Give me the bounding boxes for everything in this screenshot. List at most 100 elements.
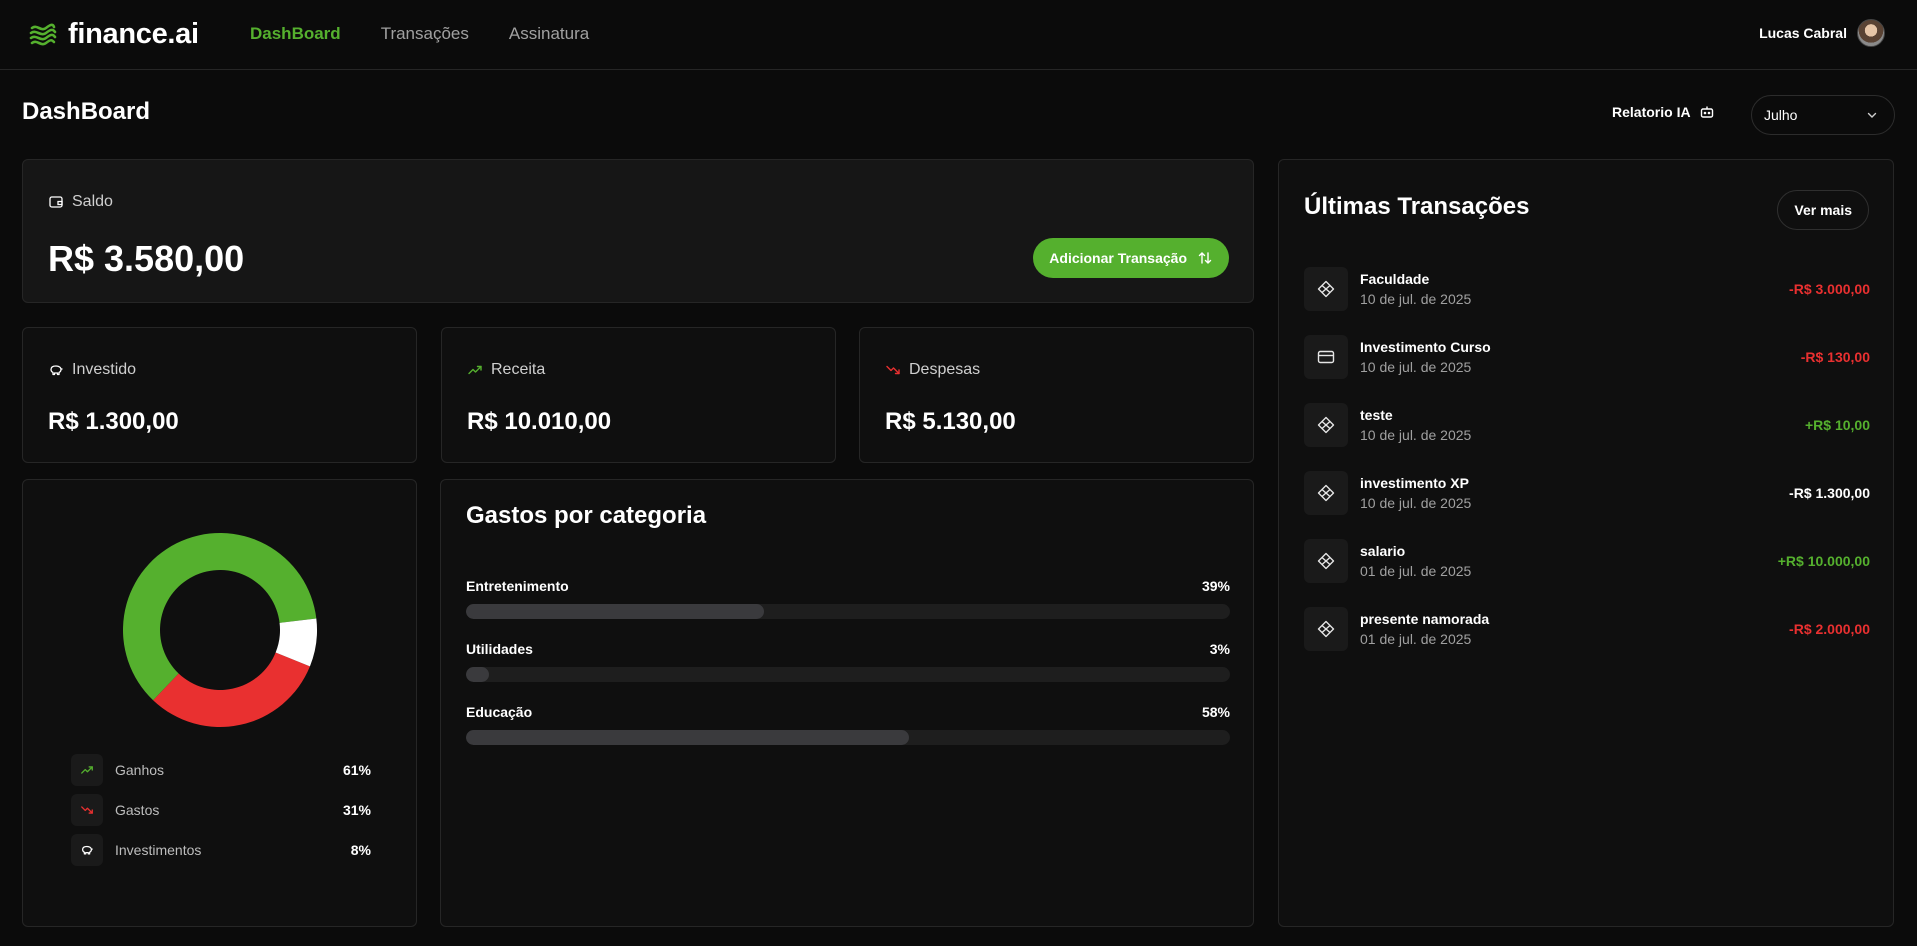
piggy-bank-icon	[50, 365, 63, 376]
pix-icon	[1304, 403, 1348, 447]
legend-item-gastos: Gastos 31%	[71, 794, 371, 826]
legend-item-investimentos: Investimentos 8%	[71, 834, 371, 866]
category-item: Utilidades 3%	[466, 641, 1230, 682]
category-label: Educação	[466, 704, 533, 720]
pix-icon	[1304, 607, 1348, 651]
ai-report-label: Relatorio IA	[1612, 104, 1691, 120]
transaction-amount: +R$ 10,00	[1805, 417, 1870, 433]
income-label-text: Receita	[491, 361, 546, 378]
transaction-amount: -R$ 2.000,00	[1789, 621, 1870, 637]
expenses-card: Despesas R$ 5.130,00	[859, 327, 1254, 463]
legend-percent: 31%	[342, 802, 371, 818]
transaction-row[interactable]: presente namorada 01 de jul. de 2025 -R$ 2…	[1304, 595, 1870, 663]
transaction-info: presente namorada 01 de jul. de 2025	[1360, 611, 1789, 647]
chevron-down-icon	[1867, 112, 1877, 118]
transaction-amount: +R$ 10.000,00	[1777, 553, 1870, 569]
trending-up-icon	[468, 365, 482, 375]
expenses-value: R$ 5.130,00	[885, 408, 1016, 435]
trending-down-icon	[71, 794, 103, 826]
transaction-list: Faculdade 10 de jul. de 2025 -R$ 3.000,00 I…	[1304, 255, 1870, 663]
category-spending-card: Gastos por categoria Entretenimento 39% …	[440, 479, 1254, 927]
category-spending-title: Gastos por categoria	[466, 502, 707, 529]
transaction-name: presente namorada	[1360, 611, 1490, 627]
add-transaction-label: Adicionar Transação	[1049, 250, 1187, 266]
nav-assinatura[interactable]: Assinatura	[509, 24, 589, 44]
transaction-row[interactable]: Faculdade 10 de jul. de 2025 -R$ 3.000,00	[1304, 255, 1870, 323]
add-transaction-button[interactable]: Adicionar Transação	[1033, 238, 1229, 278]
transaction-row[interactable]: teste 10 de jul. de 2025 +R$ 10,00	[1304, 391, 1870, 459]
invested-label-text: Investido	[72, 361, 137, 378]
balance-card: Saldo R$ 3.580,00 Adicionar Transação	[22, 159, 1254, 303]
donut-slice-gastos	[153, 652, 310, 727]
transaction-name: salario	[1360, 543, 1406, 559]
bot-icon	[1700, 106, 1713, 118]
transaction-name: Investimento Curso	[1360, 339, 1491, 355]
transaction-row[interactable]: investimento XP 10 de jul. de 2025 -R$ 1.3…	[1304, 459, 1870, 527]
category-percent: 39%	[1201, 578, 1230, 594]
month-select-value: Julho	[1764, 107, 1798, 123]
transaction-info: teste 10 de jul. de 2025	[1360, 407, 1805, 443]
transaction-row[interactable]: Investimento Curso 10 de jul. de 2025 -R$ …	[1304, 323, 1870, 391]
expenses-label: Despesas	[885, 361, 980, 379]
balance-label-text: Saldo	[72, 193, 113, 210]
legend-percent: 61%	[342, 762, 371, 778]
transaction-date: 10 de jul. de 2025	[1360, 495, 1472, 511]
category-label: Entretenimento	[466, 578, 569, 594]
ai-report-button[interactable]: Relatorio IA	[1612, 104, 1715, 120]
category-bar-fill	[466, 667, 489, 682]
transaction-info: Faculdade 10 de jul. de 2025	[1360, 271, 1789, 307]
transaction-name: teste	[1360, 407, 1393, 423]
legend-label: Investimentos	[115, 842, 202, 858]
pix-icon	[1304, 267, 1348, 311]
transaction-date: 10 de jul. de 2025	[1360, 427, 1472, 443]
balance-value: R$ 3.580,00	[48, 238, 245, 279]
nav-transacoes[interactable]: Transações	[381, 24, 469, 44]
transaction-amount: -R$ 3.000,00	[1789, 281, 1870, 297]
transaction-date: 10 de jul. de 2025	[1360, 359, 1472, 375]
wallet-icon	[49, 196, 63, 208]
see-more-button[interactable]: Ver mais	[1777, 190, 1869, 230]
avatar[interactable]	[1857, 19, 1885, 47]
legend-percent: 8%	[350, 842, 371, 858]
income-value: R$ 10.010,00	[467, 408, 612, 435]
trending-down-icon	[886, 365, 900, 375]
arrow-up-down-icon	[1198, 252, 1212, 264]
transaction-info: investimento XP 10 de jul. de 2025	[1360, 475, 1789, 511]
logo[interactable]: finance.ai	[28, 18, 199, 51]
transaction-date: 01 de jul. de 2025	[1360, 631, 1472, 647]
expenses-label-text: Despesas	[909, 361, 981, 378]
user-menu[interactable]: Lucas Cabral	[1759, 19, 1885, 47]
transaction-name: Faculdade	[1360, 271, 1430, 287]
transaction-amount: -R$ 1.300,00	[1789, 485, 1870, 501]
nav-dashboard[interactable]: DashBoard	[250, 24, 341, 44]
balance-label: Saldo	[48, 193, 113, 211]
invested-card: Investido R$ 1.300,00	[22, 327, 417, 463]
invested-label: Investido	[48, 361, 136, 379]
user-name: Lucas Cabral	[1759, 25, 1847, 41]
page-title: DashBoard	[22, 98, 151, 125]
category-bar-track	[466, 604, 1230, 619]
transaction-row[interactable]: salario 01 de jul. de 2025 +R$ 10.000,00	[1304, 527, 1870, 595]
category-percent: 3%	[1209, 641, 1230, 657]
main-nav: DashBoard Transações Assinatura	[250, 24, 589, 44]
category-bar-track	[466, 730, 1230, 745]
logo-text: finance.ai	[68, 18, 199, 50]
income-label: Receita	[467, 361, 545, 379]
legend-label: Gastos	[115, 802, 160, 818]
donut-chart	[123, 533, 317, 727]
transaction-date: 10 de jul. de 2025	[1360, 291, 1472, 307]
transaction-info: Investimento Curso 10 de jul. de 2025	[1360, 339, 1801, 375]
logo-wave-icon	[29, 23, 57, 45]
month-select[interactable]: Julho	[1751, 95, 1895, 135]
category-label: Utilidades	[466, 641, 533, 657]
category-percent: 58%	[1201, 704, 1230, 720]
category-list: Entretenimento 39% Utilidades 3% Educaçã…	[466, 578, 1230, 767]
credit-card-icon	[1304, 335, 1348, 379]
transaction-info: salario 01 de jul. de 2025	[1360, 543, 1778, 579]
category-bar-track	[466, 667, 1230, 682]
legend-item-ganhos: Ganhos 61%	[71, 754, 371, 786]
donut-chart-card: Ganhos 61% Gastos 31% Investimentos 8%	[22, 479, 417, 927]
category-item: Educação 58%	[466, 704, 1230, 745]
legend-label: Ganhos	[115, 762, 165, 778]
piggy-bank-icon	[71, 834, 103, 866]
